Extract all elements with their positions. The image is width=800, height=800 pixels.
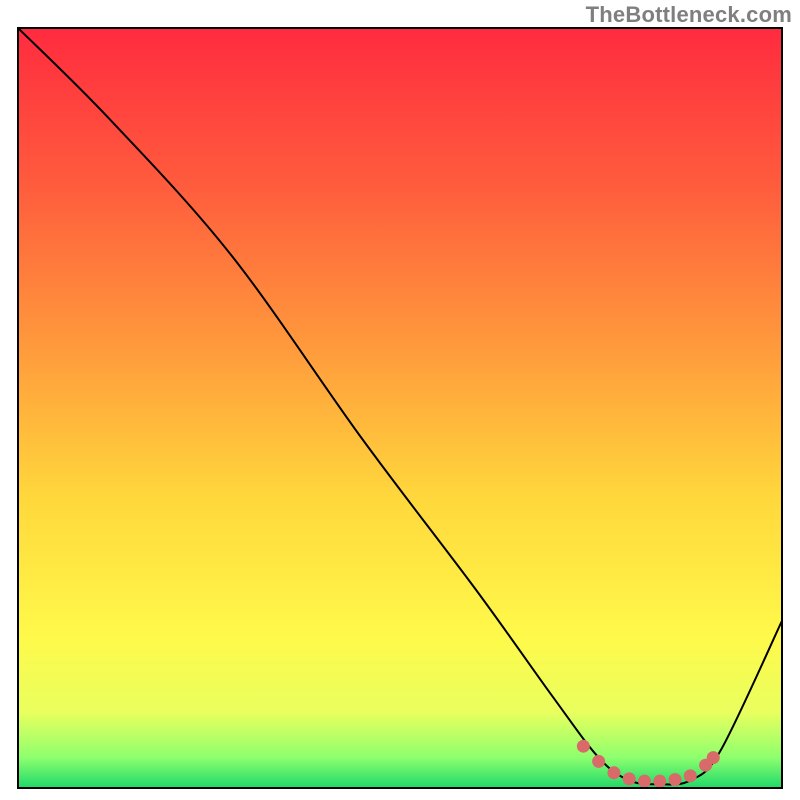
gradient-background	[18, 28, 782, 788]
bottleneck-chart	[0, 0, 800, 800]
chart-wrapper: TheBottleneck.com	[0, 0, 800, 800]
optimal-marker	[607, 766, 620, 779]
optimal-marker	[707, 751, 720, 764]
optimal-marker	[653, 775, 666, 788]
attribution-label: TheBottleneck.com	[586, 2, 792, 28]
optimal-marker	[577, 740, 590, 753]
optimal-marker	[669, 773, 682, 786]
optimal-marker	[592, 755, 605, 768]
optimal-marker	[684, 769, 697, 782]
optimal-marker	[623, 772, 636, 785]
optimal-marker	[638, 775, 651, 788]
